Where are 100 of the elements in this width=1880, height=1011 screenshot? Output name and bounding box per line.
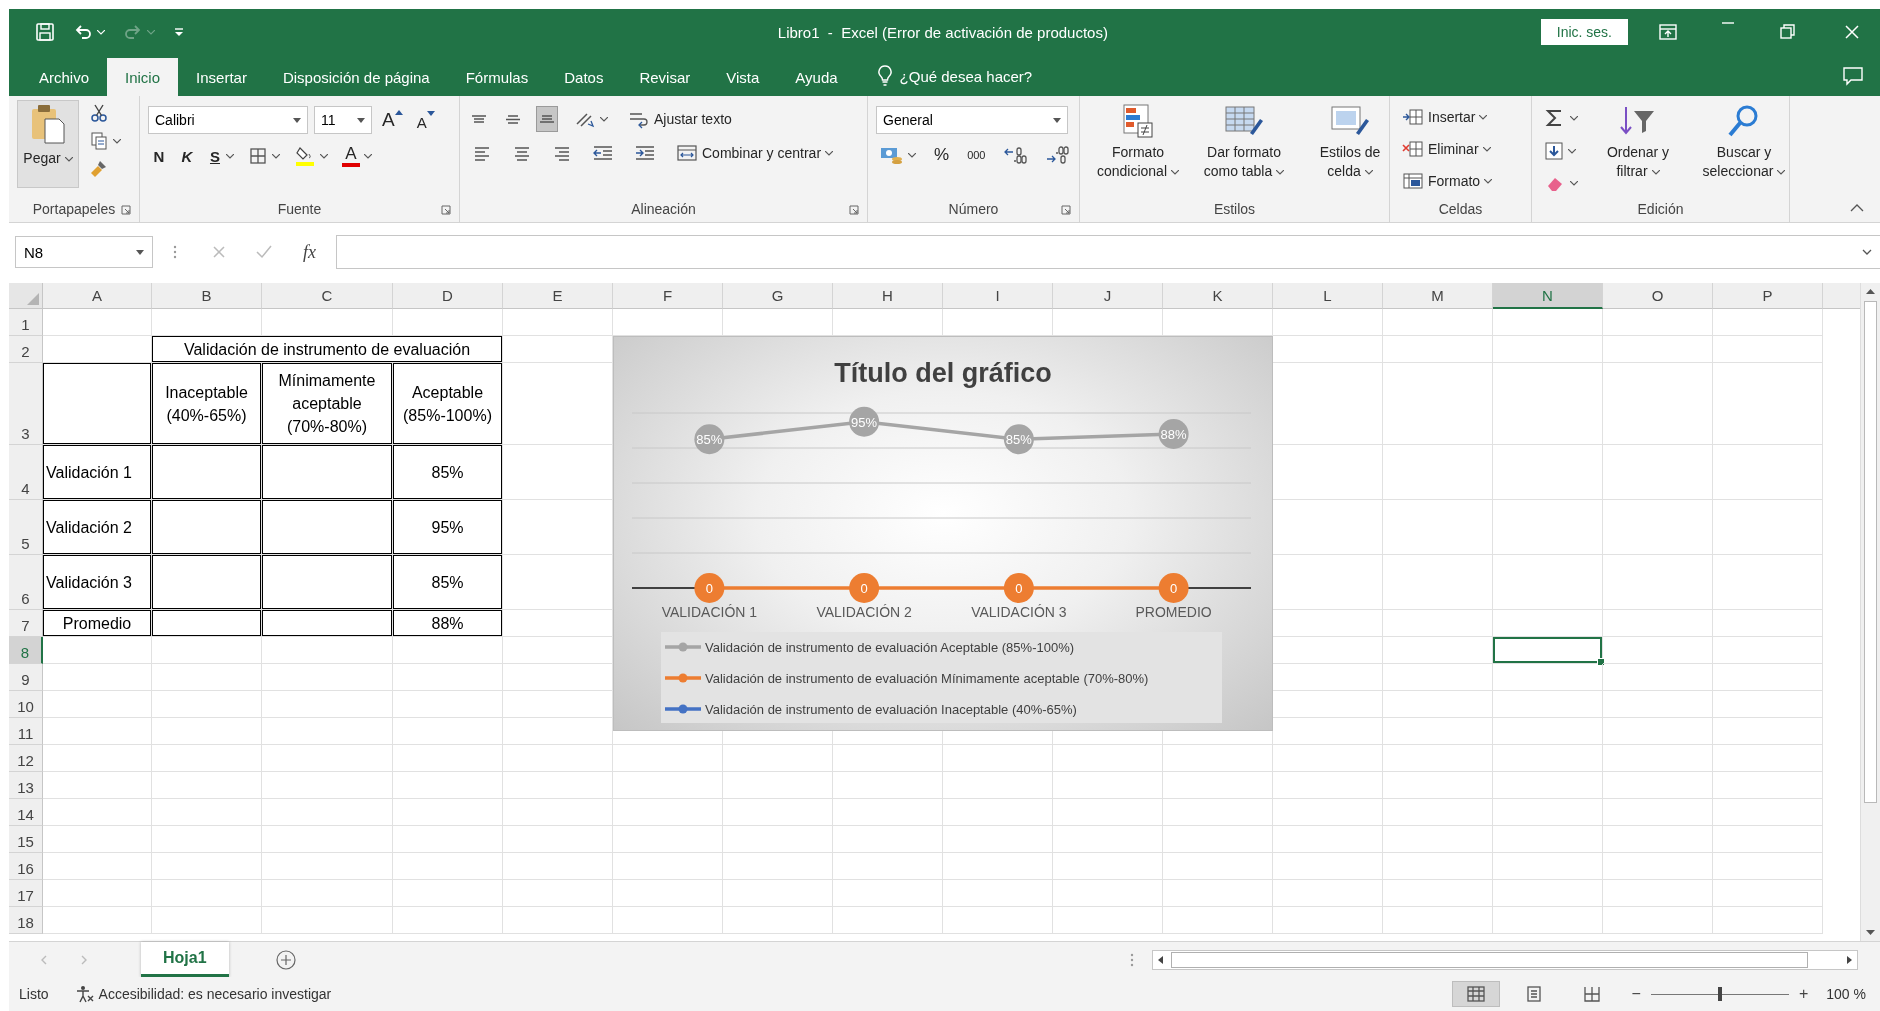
format-cells-button[interactable]: Formato — [1398, 168, 1497, 194]
row-header[interactable]: 4 — [9, 445, 43, 500]
row-header[interactable]: 8 — [9, 637, 43, 664]
grow-font-button[interactable]: A — [378, 106, 407, 134]
row-header[interactable]: 14 — [9, 799, 43, 826]
row-header[interactable]: 11 — [9, 718, 43, 745]
shrink-font-button[interactable]: A — [412, 106, 439, 134]
customize-button[interactable] — [173, 26, 185, 38]
thousands-separator-button[interactable]: 000 — [963, 142, 990, 168]
search-field[interactable]: ¿Qué desea hacer? — [897, 60, 1102, 92]
dropdown-arrow-icon — [1053, 117, 1061, 123]
column-header[interactable]: M — [1383, 283, 1493, 309]
zoom-out-button[interactable]: − — [1625, 985, 1647, 1003]
column-header[interactable]: E — [503, 283, 613, 309]
column-header[interactable]: K — [1163, 283, 1273, 309]
row-header[interactable]: 9 — [9, 664, 43, 691]
fill-handle[interactable] — [1597, 658, 1605, 666]
font-color-button[interactable]: A — [338, 142, 376, 170]
underline-button[interactable]: S — [204, 143, 238, 169]
expand-icon[interactable] — [1862, 249, 1872, 255]
column-header[interactable]: P — [1713, 283, 1823, 309]
dialog-launcher-icon[interactable] — [441, 205, 451, 215]
align-top-icon — [472, 115, 486, 123]
scrollbar-thumb[interactable] — [1171, 951, 1808, 968]
ribbon-tab[interactable]: Ayuda — [777, 58, 856, 96]
merge-center-button[interactable]: Combinar y centrar — [672, 140, 838, 166]
column-header[interactable]: G — [723, 283, 833, 309]
drag-handle-icon[interactable] — [1130, 952, 1134, 967]
row-header[interactable]: 5 — [9, 500, 43, 555]
cell-styles-button[interactable]: Estilos de celda — [1300, 100, 1400, 184]
paste-button[interactable]: Pegar — [17, 100, 79, 188]
row-header[interactable]: 7 — [9, 610, 43, 637]
check-icon[interactable] — [255, 244, 273, 260]
selected-cell[interactable] — [1493, 637, 1603, 664]
dialog-launcher-icon[interactable] — [1061, 205, 1071, 215]
scrollbar-thumb[interactable] — [1864, 301, 1877, 803]
paint-bucket-icon — [294, 145, 316, 167]
number-format-dropdown[interactable]: General — [876, 106, 1068, 134]
name-box[interactable]: N8 — [15, 236, 153, 268]
normal-view-button[interactable] — [1451, 981, 1500, 1007]
wrap-text-button[interactable]: Ajustar texto — [624, 106, 736, 132]
sheet-tab[interactable]: Hoja1 — [141, 942, 229, 977]
ribbon-tab[interactable]: Vista — [708, 58, 778, 96]
copy-icon — [89, 131, 109, 151]
comment-icon[interactable] — [1842, 66, 1864, 86]
collapse-ribbon-icon[interactable] — [1850, 204, 1864, 212]
insert-cells-button[interactable]: Insertar — [1398, 104, 1492, 130]
formula-field[interactable] — [336, 235, 1880, 269]
row-header[interactable]: 17 — [9, 880, 43, 907]
row-header[interactable]: 13 — [9, 772, 43, 799]
ribbon-tab[interactable]: Revisar — [621, 58, 709, 96]
ribbon-tab[interactable]: Inicio — [107, 58, 179, 96]
accessibility-button[interactable]: Accesibilidad: es necesario investigar — [74, 985, 332, 1003]
sign-in-button[interactable]: Inic. ses. — [1540, 19, 1628, 45]
column-header[interactable]: L — [1273, 283, 1383, 309]
italic-button[interactable]: K — [176, 143, 198, 169]
ribbon-tab[interactable]: Insertar — [178, 58, 265, 96]
row-header[interactable]: 15 — [9, 826, 43, 853]
column-header[interactable]: D — [393, 283, 503, 309]
ribbon-tab[interactable]: Datos — [546, 58, 622, 96]
column-header[interactable]: I — [943, 283, 1053, 309]
column-header[interactable]: O — [1603, 283, 1713, 309]
ribbon-tab[interactable]: Fórmulas — [447, 58, 547, 96]
undo-button[interactable] — [73, 22, 105, 42]
column-header[interactable]: F — [613, 283, 723, 309]
align-bottom-button[interactable] — [536, 106, 558, 132]
delete-cells-button[interactable]: Eliminar — [1398, 136, 1495, 162]
row-header[interactable]: 10 — [9, 691, 43, 718]
ribbon-tab[interactable]: Disposición de página — [264, 58, 448, 96]
percent-button[interactable]: % — [930, 142, 954, 168]
column-header[interactable]: H — [833, 283, 943, 309]
zoom-in-button[interactable]: + — [1792, 985, 1815, 1003]
column-header[interactable]: N — [1493, 283, 1603, 309]
conditional-format-button[interactable]: Formato condicional — [1088, 100, 1188, 184]
fill-down-icon — [1544, 141, 1564, 161]
sort-filter-button[interactable]: Ordenar y filtrar — [1588, 100, 1688, 184]
insert-function-button[interactable]: fx — [297, 240, 322, 264]
row-header[interactable]: 3 — [9, 363, 43, 445]
row-header[interactable]: 16 — [9, 853, 43, 880]
dialog-launcher-icon[interactable] — [121, 205, 131, 215]
font-name-dropdown[interactable]: Calibri — [148, 106, 308, 134]
row-header[interactable]: 12 — [9, 745, 43, 772]
slider-thumb[interactable] — [1717, 987, 1722, 1001]
column-header[interactable]: C — [262, 283, 393, 309]
font-size-dropdown[interactable]: 11 — [314, 106, 372, 134]
dialog-launcher-icon[interactable] — [849, 205, 859, 215]
drag-handle-icon[interactable] — [173, 245, 177, 259]
column-header[interactable]: A — [43, 283, 152, 309]
column-header[interactable]: J — [1053, 283, 1163, 309]
bold-button[interactable]: N — [148, 143, 170, 169]
save-button[interactable] — [35, 22, 55, 42]
add-sheet-icon[interactable] — [274, 948, 297, 971]
find-select-button[interactable]: Buscar y seleccionar — [1694, 100, 1794, 184]
ribbon-tab[interactable]: Archivo — [21, 58, 108, 96]
row-header[interactable]: 2 — [9, 336, 43, 363]
row-header[interactable]: 18 — [9, 907, 43, 934]
column-header[interactable]: B — [152, 283, 262, 309]
row-header[interactable]: 6 — [9, 555, 43, 610]
row-header[interactable]: 1 — [9, 309, 43, 336]
format-as-table-button[interactable]: Dar formato como tabla — [1194, 100, 1294, 184]
